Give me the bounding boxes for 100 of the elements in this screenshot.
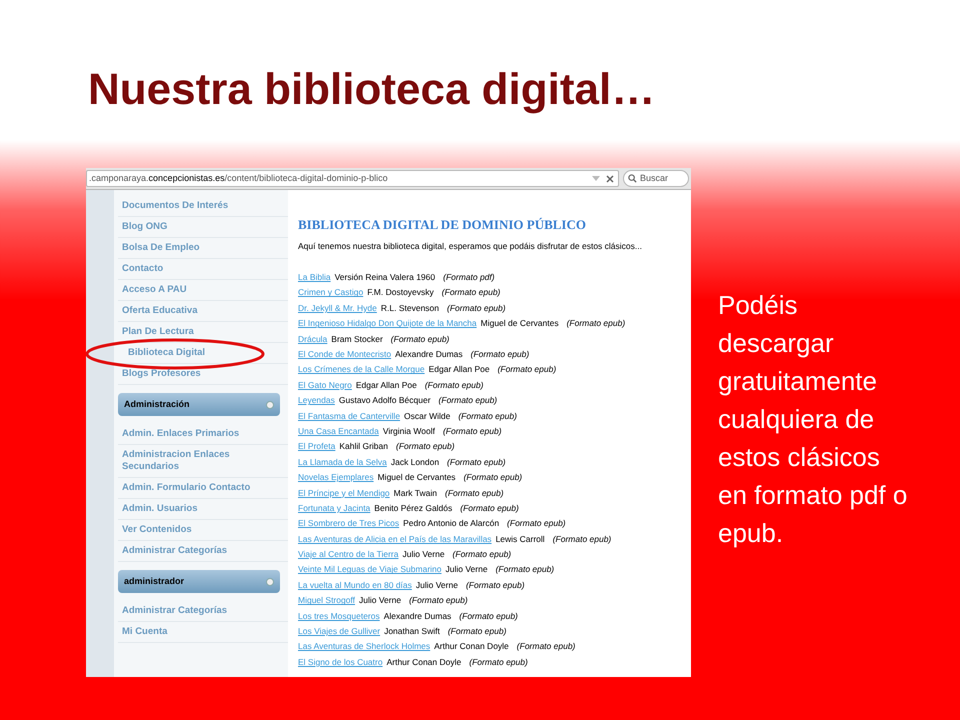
book-link[interactable]: La Llamada de la Selva: [298, 456, 387, 468]
book-author: R.L. Stevenson: [380, 302, 440, 315]
book-author: Bram Stocker: [331, 332, 383, 346]
book-author: Kahlil Griban: [339, 440, 388, 454]
book-format: (Formato epub): [442, 424, 502, 438]
book-format: (Formato epub): [464, 471, 522, 484]
book-link[interactable]: Los Viajes de Gulliver: [298, 625, 380, 638]
book-format: (Formato epub): [566, 317, 626, 330]
book-link[interactable]: Una Casa Encantada: [298, 424, 379, 438]
book-author: Lewis Carroll: [496, 532, 545, 546]
book-format: (Formato epub): [390, 332, 450, 346]
book-format: (Formato epub): [447, 456, 506, 468]
book-link[interactable]: La Biblia: [298, 271, 331, 284]
book-link[interactable]: El Profeta: [298, 440, 336, 454]
book-link[interactable]: Miguel Strogoff: [298, 594, 356, 608]
sidebar-link[interactable]: Plan De Lectura: [118, 322, 280, 342]
sidebar-link[interactable]: Administrar Categorías: [118, 541, 280, 561]
book-format: (Formato pdf): [443, 271, 495, 284]
book-format: (Formato epub): [469, 656, 528, 669]
url-text: .camponaraya.concepcionistas.es/content/biblioteca-digital-dominio-p-blico: [89, 172, 389, 185]
book-author: Virginia Woolf: [382, 424, 435, 438]
book-author: Oscar Wilde: [404, 410, 450, 422]
book-link[interactable]: El Príncipe y el Mendigo: [298, 486, 390, 500]
slide-title: Nuestra biblioteca digital…: [87, 64, 656, 116]
book-link[interactable]: El Signo de los Cuatro: [298, 656, 383, 669]
book-link[interactable]: Las Aventuras de Sherlock Holmes: [298, 640, 430, 654]
book-link[interactable]: Viaje al Centro de la Tierra: [298, 548, 398, 561]
book-author: Edgar Allan Poe: [356, 378, 417, 392]
page-heading: BIBLIOTECA DIGITAL DE DOMINIO PÚBLICO: [298, 216, 587, 234]
book-link[interactable]: Los Crímenes de la Calle Morgue: [298, 363, 425, 376]
book-author: Edgar Allan Poe: [428, 363, 490, 376]
book-author: Jonathan Swift: [384, 625, 440, 638]
book-author: Arthur Conan Doyle: [434, 640, 509, 654]
book-link[interactable]: El Ingenioso Hidalgo Don Quijote de la Mancha: [298, 317, 477, 330]
book-format: (Formato epub): [424, 378, 484, 392]
book-link[interactable]: El Fantasma de Canterville: [298, 410, 400, 422]
book-format: (Formato epub): [409, 594, 468, 608]
book-format: (Formato epub): [447, 302, 506, 315]
sidebar-link[interactable]: Oferta Educativa: [118, 301, 280, 321]
book-format: (Formato epub): [470, 348, 530, 361]
book-author: Alexandre Dumas: [384, 610, 452, 622]
sidebar-link[interactable]: Blogs Profesores: [118, 364, 280, 384]
book-format: (Formato epub): [459, 610, 518, 622]
book-format: (Formato epub): [466, 578, 525, 592]
sidebar-link[interactable]: Bolsa De Empleo: [118, 238, 280, 258]
book-author: Mark Twain: [394, 486, 437, 500]
book-format: (Formato epub): [498, 363, 556, 376]
sidebar-link[interactable]: Acceso A PAU: [118, 280, 280, 300]
book-link[interactable]: Las Aventuras de Alicia en el País de las Maravillas: [298, 532, 492, 546]
close-icon[interactable]: [606, 174, 614, 182]
sidebar-link[interactable]: Admin. Usuarios: [118, 499, 280, 519]
sidebar-link[interactable]: Administrar Categorías: [118, 601, 280, 621]
book-author: Gustavo Adolfo Bécquer: [338, 394, 431, 407]
book-format: (Formato epub): [442, 286, 500, 300]
book-link[interactable]: Veinte Mil Leguas de Viaje Submarino: [298, 563, 442, 576]
sidebar-section-header[interactable]: administrador: [118, 570, 280, 593]
sidebar-link[interactable]: Documentos De Interés: [118, 196, 280, 216]
book-author: Julio Verne: [446, 563, 488, 576]
book-author: F.M. Dostoyevsky: [367, 286, 434, 300]
book-format: (Formato epub): [458, 410, 517, 422]
search-field[interactable]: Buscar: [623, 170, 689, 187]
book-link[interactable]: El Conde de Montecristo: [298, 348, 392, 361]
book-link[interactable]: Crimen y Castigo: [298, 286, 364, 300]
book-format: (Formato epub): [460, 502, 519, 515]
book-link[interactable]: El Sombrero de Tres Picos: [298, 517, 400, 530]
book-link[interactable]: Fortunata y Jacinta: [298, 502, 370, 515]
book-format: (Formato epub): [448, 625, 506, 638]
book-format: (Formato epub): [516, 640, 576, 654]
book-author: Miguel de Cervantes: [480, 317, 559, 330]
book-link[interactable]: El Gato Negro: [298, 378, 352, 392]
sidebar-link[interactable]: Mi Cuenta: [118, 622, 280, 642]
book-format: (Formato epub): [396, 440, 455, 454]
book-format: (Formato epub): [438, 394, 498, 407]
book-author: Miguel de Cervantes: [378, 471, 456, 484]
book-link[interactable]: Dr. Jekyll & Mr. Hyde: [298, 302, 377, 315]
book-format: (Formato epub): [552, 532, 612, 546]
sidebar-link[interactable]: Administracion Enlaces Secundarios: [118, 445, 280, 477]
sidebar-link[interactable]: Ver Contenidos: [118, 520, 280, 540]
book-link[interactable]: Los tres Mosqueteros: [298, 610, 380, 622]
book-author: Versión Reina Valera 1960: [334, 271, 436, 284]
address-field[interactable]: .camponaraya.concepcionistas.es/content/biblioteca-digital-dominio-p-blico: [86, 170, 619, 187]
book-format: (Formato epub): [452, 548, 512, 561]
sidebar-link[interactable]: Blog ONG: [118, 217, 280, 237]
book-link[interactable]: La vuelta al Mundo en 80 días: [298, 578, 412, 592]
book-link[interactable]: Novelas Ejemplares: [298, 471, 374, 484]
book-format: (Formato epub): [507, 517, 566, 530]
sidebar-section-header[interactable]: Administración: [118, 393, 280, 416]
book-link[interactable]: Leyendas: [298, 394, 335, 407]
book-author: Benito Pérez Galdós: [374, 502, 452, 515]
book-author: Julio Verne: [359, 594, 402, 608]
sidebar-link[interactable]: Contacto: [118, 259, 280, 279]
book-format: (Formato epub): [444, 486, 504, 500]
sidebar-link[interactable]: Admin. Enlaces Primarios: [118, 424, 280, 444]
book-author: Jack London: [390, 456, 440, 468]
sidebar-link[interactable]: Biblioteca Digital: [118, 343, 280, 363]
sidebar-link[interactable]: Admin. Formulario Contacto: [118, 478, 280, 498]
book-link[interactable]: Drácula: [298, 332, 328, 346]
side-note: Podéis descargar gratuitamente cualquiera de estos clásicos en formato pdf o epub.: [718, 289, 908, 550]
book-author: Julio Verne: [416, 578, 458, 592]
book-format: (Formato epub): [496, 563, 554, 576]
